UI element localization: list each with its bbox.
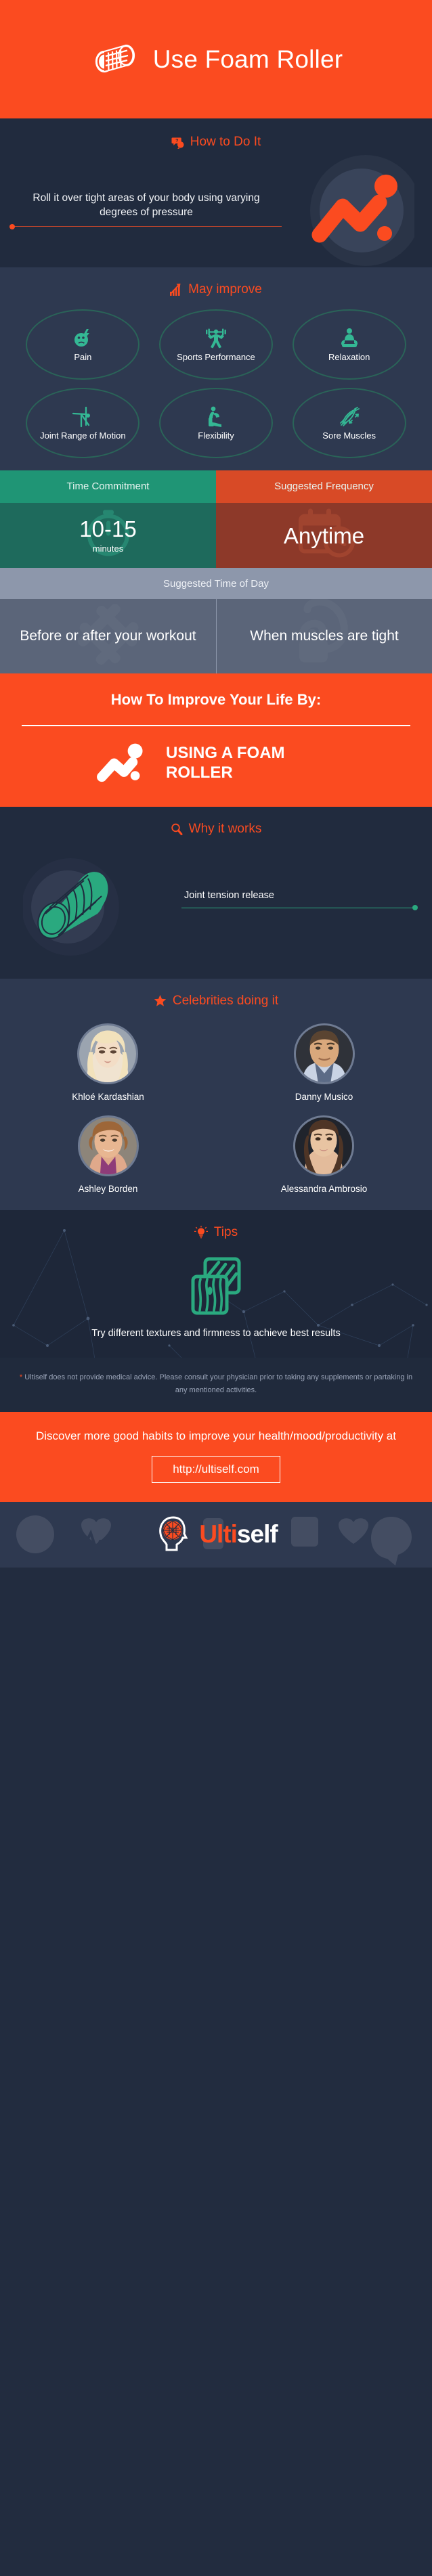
zigzag-chart-icon	[301, 154, 421, 267]
lightbulb-icon	[194, 1225, 208, 1239]
suggested-frequency-header: Suggested Frequency	[216, 470, 432, 503]
time-commitment-unit: minutes	[92, 543, 124, 554]
stretching-person-icon	[71, 405, 94, 428]
zigzag-chart-icon	[97, 741, 154, 786]
celebrity-item: Danny Musico	[293, 1023, 355, 1102]
benefit-label: Relaxation	[328, 351, 370, 362]
time-frequency-section: Time Commitment Suggested Frequency 10-1…	[0, 470, 432, 568]
question-bubble-icon: ?	[171, 136, 184, 149]
why-it-works-heading: Why it works	[0, 822, 432, 837]
celebrity-name: Danny Musico	[295, 1091, 353, 1102]
celebrities-section: Celebrities doing it Khloé Kardashian Da…	[0, 978, 432, 1210]
celebrities-heading: Celebrities doing it	[0, 994, 432, 1008]
benefit-flexibility: Flexibility	[158, 388, 273, 458]
benefit-label: Joint Range of Motion	[40, 430, 126, 441]
why-it-works-label: Joint tension release	[184, 889, 274, 901]
may-improve-heading: May improve	[0, 282, 432, 297]
page-header: Use Foam Roller	[0, 0, 432, 118]
banner-subtitle: USING A FOAM ROLLER	[166, 744, 285, 782]
celebrities-heading-label: Celebrities doing it	[172, 993, 279, 1008]
bar-chart-up-icon	[170, 284, 182, 296]
how-to-divider	[9, 223, 282, 229]
lunge-stretch-icon	[206, 405, 226, 428]
avatar	[293, 1115, 355, 1176]
benefit-relaxation: Relaxation	[292, 309, 406, 380]
time-of-day-cell-workout: Before or after your workout	[0, 599, 216, 673]
avatar	[77, 1115, 139, 1176]
suggested-frequency-value-cell: Anytime	[216, 503, 432, 568]
meditation-icon	[339, 327, 360, 350]
celebrity-name: Khloé Kardashian	[72, 1091, 144, 1102]
how-to-text: Roll it over tight areas of your body us…	[33, 192, 260, 218]
tips-heading: Tips	[0, 1225, 432, 1240]
time-of-day-grid: Before or after your workout When muscle…	[0, 599, 432, 673]
time-of-day-label: Before or after your workout	[20, 627, 196, 644]
disclaimer-asterisk: *	[19, 1373, 23, 1381]
suggested-frequency-value: Anytime	[283, 523, 365, 548]
may-improve-section: May improve Pain Sports Performance Rela…	[0, 267, 432, 470]
how-to-heading-label: How to Do It	[190, 135, 261, 149]
disclaimer: * Ultiself does not provide medical advi…	[0, 1357, 432, 1413]
why-it-works-heading-label: Why it works	[188, 821, 262, 836]
foam-roller-icon	[89, 40, 138, 79]
tips-section: Tips Try different textures and firmness…	[0, 1209, 432, 1358]
benefit-label: Pain	[74, 351, 92, 362]
celebrity-item: Khloé Kardashian	[72, 1023, 144, 1102]
why-it-works-section: Why it works Joint tension release	[0, 806, 432, 979]
magnifier-icon	[171, 823, 183, 835]
may-improve-heading-label: May improve	[188, 282, 262, 296]
avatar	[293, 1023, 355, 1084]
brand-name-first: Ulti	[199, 1520, 238, 1549]
footer: Ultiself	[0, 1501, 432, 1568]
avatar	[77, 1023, 139, 1084]
benefit-grid: Pain Sports Performance Relaxation Joint…	[0, 309, 432, 458]
tips-text: Try different textures and firmness to a…	[91, 1327, 341, 1339]
star-icon	[154, 994, 167, 1007]
cta-url-button[interactable]: http://ultiself.com	[152, 1455, 280, 1483]
brand-name-second: self	[236, 1520, 278, 1549]
banner-title: How To Improve Your Life By:	[110, 691, 322, 708]
how-to-section: ? How to Do It Roll it over tight areas …	[0, 118, 432, 267]
benefit-pain: Pain	[26, 309, 140, 380]
infographic-page: Use Foam Roller ? How to Do It Roll it o…	[0, 0, 432, 2576]
celebrity-name: Ashley Borden	[78, 1183, 138, 1194]
time-commitment-header: Time Commitment	[0, 470, 216, 503]
time-of-day-cell-muscles-tight: When muscles are tight	[216, 599, 432, 673]
footer-logo: Ultiself	[154, 1513, 278, 1556]
cta-text: Discover more good habits to improve you…	[36, 1429, 396, 1443]
time-of-day-heading: Suggested Time of Day	[0, 568, 432, 599]
celebrity-item: Alessandra Ambrosio	[280, 1115, 368, 1194]
svg-text:?: ?	[175, 138, 178, 143]
time-commitment-value-cell: 10-15 minutes	[0, 503, 216, 568]
texture-tiles-icon	[0, 1256, 432, 1316]
benefit-label: Sports Performance	[177, 351, 255, 362]
benefit-sore-muscles: Sore Muscles	[292, 388, 406, 458]
banner-divider	[22, 725, 410, 726]
celebrity-item: Ashley Borden	[77, 1115, 139, 1194]
disclaimer-text: Ultiself does not provide medical advice…	[24, 1373, 413, 1395]
why-it-works-row: Joint tension release	[0, 854, 432, 956]
benefit-sports-performance: Sports Performance	[158, 309, 273, 380]
benefit-joint-range-of-motion: Joint Range of Motion	[26, 388, 140, 458]
improve-life-banner: How To Improve Your Life By: USING A FOA…	[0, 673, 432, 807]
benefit-label: Flexibility	[198, 430, 234, 441]
muscle-fiber-icon	[339, 405, 360, 428]
brain-head-icon	[154, 1513, 194, 1556]
tips-heading-label: Tips	[213, 1224, 238, 1239]
foam-roller-icon	[22, 854, 125, 956]
weightlifter-icon	[204, 327, 228, 350]
page-title: Use Foam Roller	[152, 45, 343, 73]
cta-section: Discover more good habits to improve you…	[0, 1412, 432, 1502]
benefit-label: Sore Muscles	[322, 430, 376, 441]
how-to-body: Roll it over tight areas of your body us…	[9, 192, 282, 229]
celebrity-name: Alessandra Ambrosio	[280, 1183, 368, 1194]
pain-face-icon	[72, 327, 93, 350]
how-to-heading: ? How to Do It	[0, 135, 432, 150]
celebrity-grid: Khloé Kardashian Danny Musico Ashley Bor…	[0, 1023, 432, 1194]
banner-row: USING A FOAM ROLLER	[18, 741, 414, 786]
time-commitment-value: 10-15	[79, 516, 137, 541]
time-of-day-label: When muscles are tight	[250, 627, 399, 644]
